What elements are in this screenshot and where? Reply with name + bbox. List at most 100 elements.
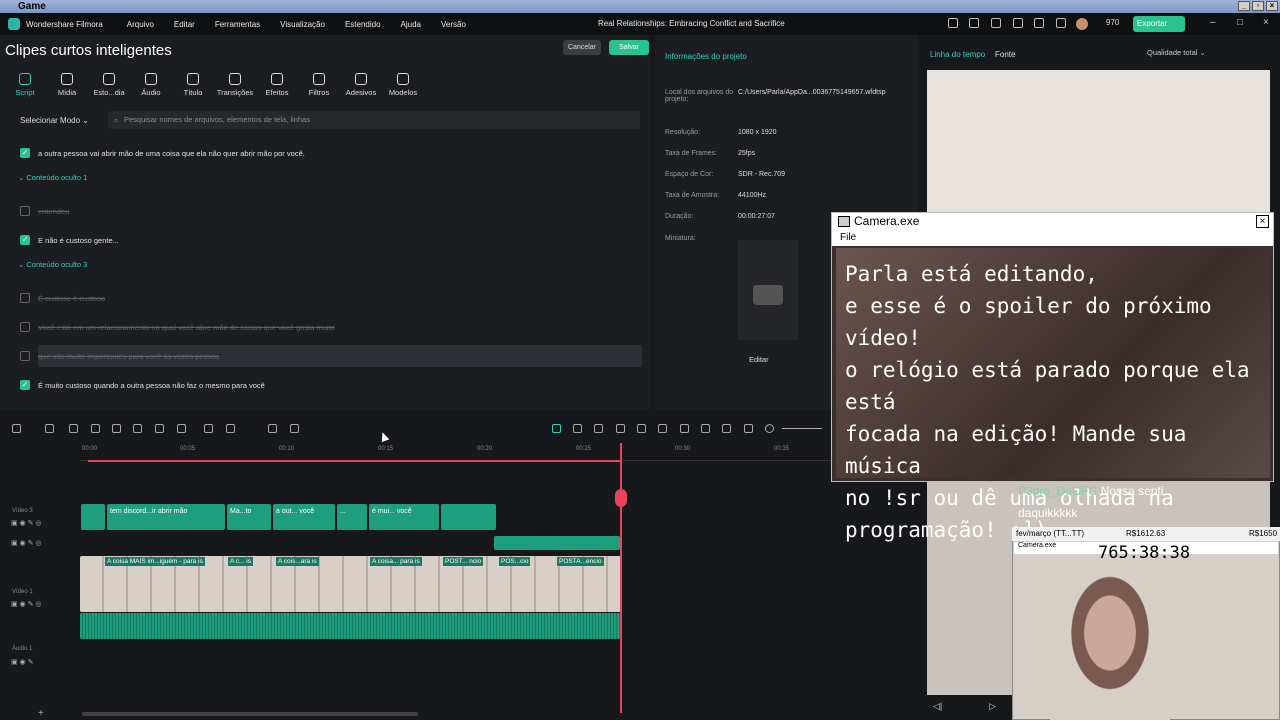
track-controls[interactable]: ▣ ◉ ✎ ◎ [11, 519, 42, 527]
cut-icon[interactable] [133, 424, 142, 433]
checkbox[interactable] [20, 322, 30, 332]
mic-icon[interactable] [680, 424, 689, 433]
close-icon[interactable]: × [1266, 1, 1278, 11]
script-row[interactable]: ✓ E não é custoso gente... [20, 235, 119, 245]
tab-script[interactable]: Script [4, 70, 46, 102]
image-icon[interactable] [616, 424, 625, 433]
speed-ramp-icon[interactable] [637, 424, 646, 433]
menu-estendido[interactable]: Estendido [345, 20, 381, 29]
playhead[interactable] [620, 443, 622, 713]
bulb-icon[interactable] [1013, 18, 1023, 28]
script-row[interactable]: Você está em um relacionamento no qual v… [20, 322, 335, 332]
export-button[interactable]: Exportar [1133, 16, 1185, 32]
tab-modelos[interactable]: Modelos [382, 70, 424, 102]
menu-arquivo[interactable]: Arquivo [127, 20, 154, 29]
checkbox[interactable] [20, 351, 30, 361]
scissors-icon[interactable] [615, 489, 627, 507]
checkbox[interactable] [20, 206, 30, 216]
speed-icon[interactable] [204, 424, 213, 433]
search-input[interactable]: Pesquisar nomes de arquivos, elementos d… [108, 111, 640, 129]
script-row[interactable]: que são muito importantes para você às v… [20, 351, 219, 361]
tab-efeitos[interactable]: Efeitos [256, 70, 298, 102]
tab-estoque[interactable]: Esto...dia [88, 70, 130, 102]
play-icon[interactable]: ▷ [989, 701, 996, 712]
shield-icon[interactable] [658, 424, 667, 433]
thumbnail-preview[interactable] [738, 240, 798, 340]
checkbox[interactable] [20, 293, 30, 303]
mixer-icon[interactable] [701, 424, 710, 433]
timeline-clip[interactable] [441, 504, 496, 530]
ai-mate-icon[interactable] [552, 424, 561, 433]
timeline-clip[interactable]: Ma...to [227, 504, 271, 530]
menu-versao[interactable]: Versão [441, 20, 466, 29]
text-tool-icon[interactable] [155, 424, 164, 433]
cancel-button[interactable]: Cancelar [563, 40, 601, 55]
tab-adesivos[interactable]: Adesivos [340, 70, 382, 102]
script-row[interactable]: ✓ É muito custoso quando a outra pessoa n… [20, 380, 265, 390]
edit-thumbnail-button[interactable]: Editar [749, 355, 769, 364]
select-icon[interactable] [45, 424, 54, 433]
magic-icon[interactable] [290, 424, 299, 433]
hidden-group-3[interactable]: ⌄ Conteúdo oculto 3 [18, 260, 87, 269]
audio-waveform[interactable] [80, 613, 621, 639]
delete-icon[interactable] [112, 424, 121, 433]
timeline-clip[interactable]: tem discord...ir abrir mão [107, 504, 225, 530]
undo-icon[interactable] [69, 424, 78, 433]
script-row[interactable]: ✓ a outra pessoa vai abrir mão de uma coi… [20, 148, 305, 158]
media-icon[interactable] [991, 18, 1001, 28]
tab-titulo[interactable]: Título [172, 70, 214, 102]
add-track-icon[interactable]: + [38, 708, 44, 719]
quality-dropdown[interactable]: Qualidade total ⌄ [1147, 48, 1206, 57]
tab-audio[interactable]: Áudio [130, 70, 172, 102]
script-row[interactable]: É custoso é custoso [20, 293, 105, 303]
avatar[interactable] [1076, 18, 1088, 30]
render-icon[interactable] [573, 424, 582, 433]
timeline-clip[interactable]: ... [337, 504, 367, 530]
hidden-group-1[interactable]: ⌄ Conteúdo oculto 1 [18, 173, 87, 182]
app-close-icon[interactable]: × [1263, 17, 1269, 28]
zoom-out-icon[interactable] [765, 424, 774, 433]
track-controls[interactable]: ▣ ◉ ✎ [11, 658, 33, 666]
menu-visualizacao[interactable]: Visualização [280, 20, 325, 29]
transform-icon[interactable] [268, 424, 277, 433]
menu-editar[interactable]: Editar [174, 20, 195, 29]
timeline-clip[interactable] [494, 536, 620, 550]
camera-window-title[interactable]: Camera.exe [832, 213, 1273, 230]
horizontal-scrollbar[interactable] [82, 712, 418, 716]
step-back-icon[interactable]: ◁| [933, 701, 942, 712]
timeline-clip[interactable]: é mui... você [369, 504, 439, 530]
redo-icon[interactable] [91, 424, 100, 433]
layout-icon[interactable] [12, 424, 21, 433]
app-maximize-icon[interactable]: □ [1237, 17, 1243, 28]
tab-source[interactable]: Fonte [995, 50, 1015, 59]
tab-midia[interactable]: Mídia [46, 70, 88, 102]
minimize-icon[interactable]: _ [1238, 1, 1250, 11]
zoom-fit-icon[interactable] [744, 424, 753, 433]
gift-icon[interactable] [948, 18, 958, 28]
ai-tool-icon[interactable] [226, 424, 235, 433]
script-row[interactable]: entendeu [20, 206, 69, 216]
select-mode-dropdown[interactable]: Selecionar Modo ⌄ [20, 116, 89, 125]
camera-menu-file[interactable]: File [832, 230, 1273, 246]
close-icon[interactable]: × [1256, 215, 1269, 228]
track-controls[interactable]: ▣ ◉ ✎ ◎ [11, 539, 42, 547]
grid-icon[interactable] [1056, 18, 1066, 28]
tab-filtros[interactable]: Filtros [298, 70, 340, 102]
timeline-clip[interactable]: a out... você [273, 504, 335, 530]
snapshot-icon[interactable] [722, 424, 731, 433]
checkbox-checked[interactable]: ✓ [20, 148, 30, 158]
checkbox-checked[interactable]: ✓ [20, 380, 30, 390]
menu-ferramentas[interactable]: Ferramentas [215, 20, 260, 29]
checkbox-checked[interactable]: ✓ [20, 235, 30, 245]
tab-timeline[interactable]: Linha do tempo [930, 50, 985, 59]
save-button[interactable]: Salvar [609, 40, 649, 55]
marker-icon[interactable] [594, 424, 603, 433]
timeline-clip[interactable] [81, 504, 105, 530]
crop-icon[interactable] [177, 424, 186, 433]
menu-ajuda[interactable]: Ajuda [401, 20, 421, 29]
tab-transicoes[interactable]: Transições [214, 70, 256, 102]
send-icon[interactable] [969, 18, 979, 28]
maximize-icon[interactable]: ▫ [1252, 1, 1264, 11]
gear-icon[interactable] [1034, 18, 1044, 28]
track-controls[interactable]: ▣ ◉ ✎ ◎ [11, 600, 42, 608]
